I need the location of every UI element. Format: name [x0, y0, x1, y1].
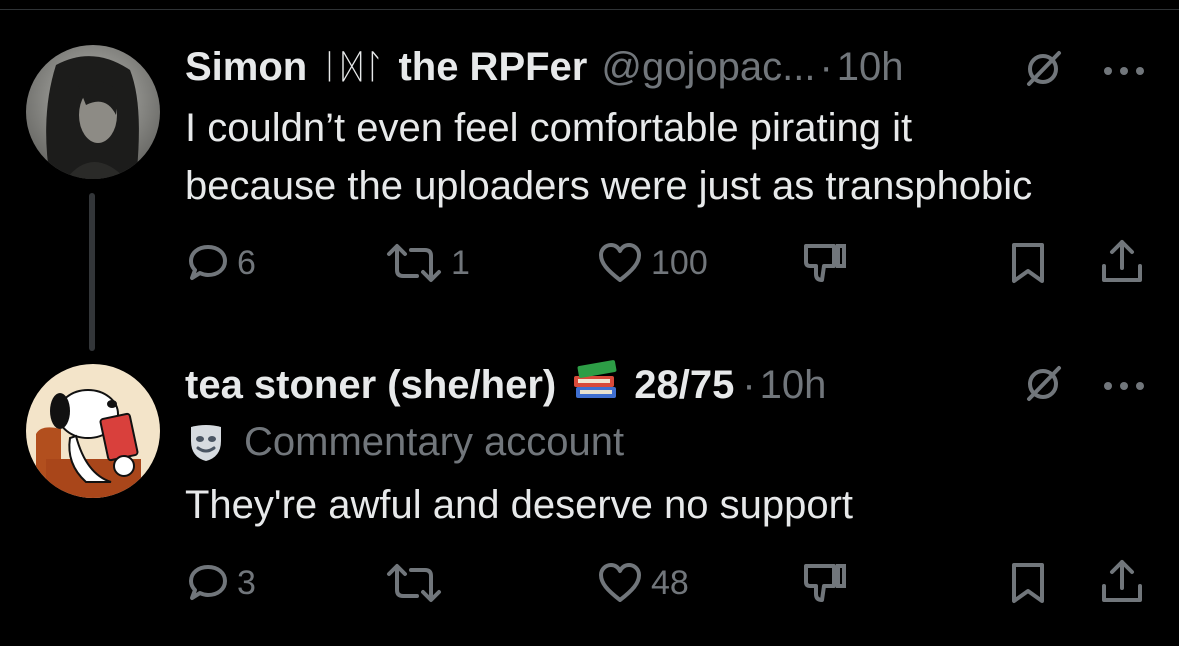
- account-label-text: Commentary account: [244, 420, 625, 464]
- share-icon: [1102, 560, 1142, 602]
- retweet-count: 1: [451, 243, 470, 282]
- display-name[interactable]: Simon: [185, 45, 307, 90]
- separator-dot: ·: [742, 362, 756, 407]
- like-count: 100: [651, 243, 708, 282]
- books-emoji: [570, 357, 620, 413]
- grok-icon[interactable]: [1023, 49, 1063, 94]
- reply-icon: [189, 245, 227, 280]
- tweet-text-line: They're awful and deserve no support: [185, 483, 854, 527]
- share-icon: [1102, 240, 1142, 282]
- retweet-button[interactable]: [385, 562, 451, 604]
- retweet-button[interactable]: 1: [385, 242, 470, 284]
- timestamp[interactable]: 10h: [760, 363, 827, 408]
- reply-count: 6: [237, 243, 256, 282]
- display-name[interactable]: tea stoner (she/her): [185, 363, 556, 408]
- share-button[interactable]: [1100, 558, 1144, 604]
- timestamp[interactable]: 10h: [837, 45, 904, 90]
- grok-icon[interactable]: [1023, 364, 1063, 409]
- share-button[interactable]: [1100, 238, 1144, 284]
- account-label: Commentary account: [188, 420, 624, 465]
- tweet-text: They're awful and deserve no support: [185, 476, 853, 534]
- dislike-button[interactable]: [802, 560, 848, 606]
- heart-icon: [599, 243, 641, 282]
- name-runes: ᛁᛞᛚ: [319, 47, 387, 86]
- tweet-text: I couldn’t even feel comfortable piratin…: [185, 99, 1032, 215]
- retweet-icon: [387, 244, 441, 282]
- display-name-suffix[interactable]: 28/75: [634, 363, 734, 408]
- reply-count: 3: [237, 563, 256, 602]
- display-name-suffix[interactable]: the RPFer: [398, 45, 587, 90]
- tweet-header: tea stoner (she/her) 28/75 · 10h: [185, 357, 826, 413]
- heart-icon: [599, 563, 641, 602]
- reply-button[interactable]: 3: [187, 562, 256, 604]
- user-handle[interactable]: @gojopac...: [601, 45, 815, 90]
- thumbs-down-icon: [804, 564, 846, 602]
- more-icon[interactable]: [1103, 63, 1145, 81]
- performing-arts-icon: [191, 424, 221, 461]
- bookmark-icon: [1012, 243, 1044, 283]
- like-button[interactable]: 100: [597, 242, 708, 284]
- retweet-icon: [387, 564, 441, 602]
- avatar[interactable]: [26, 364, 160, 498]
- more-icon[interactable]: [1103, 378, 1145, 396]
- separator-dot: ·: [819, 44, 833, 89]
- reply-icon: [189, 565, 227, 600]
- tweet-text-line: I couldn’t even feel comfortable piratin…: [185, 106, 913, 150]
- reply-button[interactable]: 6: [187, 242, 256, 284]
- top-divider: [0, 9, 1179, 10]
- dislike-button[interactable]: [802, 240, 848, 286]
- like-count: 48: [651, 563, 689, 602]
- like-button[interactable]: 48: [597, 562, 689, 604]
- bookmark-button[interactable]: [1010, 242, 1046, 284]
- avatar[interactable]: [26, 45, 160, 179]
- bookmark-button[interactable]: [1010, 562, 1046, 604]
- thumbs-down-icon: [804, 244, 846, 282]
- tweet-text-line: because the uploaders were just as trans…: [185, 164, 1033, 208]
- bookmark-icon: [1012, 563, 1044, 603]
- thread-connector: [89, 193, 95, 351]
- tweet-header: Simon ᛁᛞᛚ the RPFer @gojopac... · 10h: [185, 39, 904, 95]
